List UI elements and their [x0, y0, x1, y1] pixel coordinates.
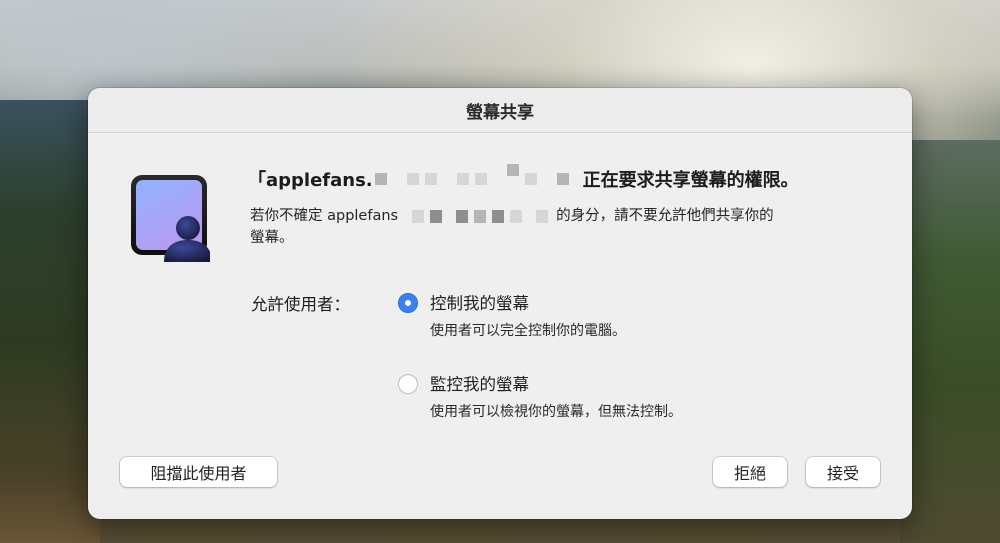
wallpaper-forest-left — [0, 100, 100, 543]
headline-suffix: 正在要求共享螢幕的權限。 — [582, 170, 799, 191]
request-headline: 「applefans. 正在要求共享螢幕的權限。 — [248, 164, 799, 192]
headline-prefix: 「applefans. — [248, 170, 373, 191]
decline-button[interactable]: 拒絕 — [713, 457, 787, 487]
message-suffix: 的身分，請不要允許他們共享你的 — [556, 207, 774, 224]
option-control-description: 使用者可以完全控制你的電腦。 — [430, 323, 626, 339]
wallpaper-forest-right — [900, 140, 1000, 543]
accept-button[interactable]: 接受 — [806, 457, 880, 487]
option-observe-title[interactable]: 監控我的螢幕 — [430, 371, 529, 395]
option-observe-description: 使用者可以檢視你的螢幕，但無法控制。 — [430, 404, 682, 420]
redacted-username-inline — [412, 204, 554, 228]
request-message: 若你不確定 applefans 的身分，請不要允許他們共享你的 螢幕。 — [250, 204, 870, 249]
option-control-title[interactable]: 控制我的螢幕 — [430, 290, 529, 314]
block-user-button[interactable]: 阻擋此使用者 — [120, 457, 277, 487]
radio-selected-icon[interactable] — [398, 293, 418, 313]
message-line2: 螢幕。 — [250, 230, 294, 246]
allow-user-label: 允許使用者： — [251, 295, 350, 314]
radio-unselected-icon[interactable] — [398, 374, 418, 394]
dialog-titlebar: 螢幕共享 — [88, 88, 912, 133]
screen-sharing-icon — [130, 174, 212, 264]
redacted-username — [374, 164, 575, 191]
dialog-title: 螢幕共享 — [466, 102, 534, 123]
message-prefix: 若你不確定 applefans — [250, 207, 399, 224]
screen-sharing-dialog: 螢幕共享 「applefans. 正在要求共享螢幕的權限。 若你不確定 appl… — [88, 88, 912, 519]
